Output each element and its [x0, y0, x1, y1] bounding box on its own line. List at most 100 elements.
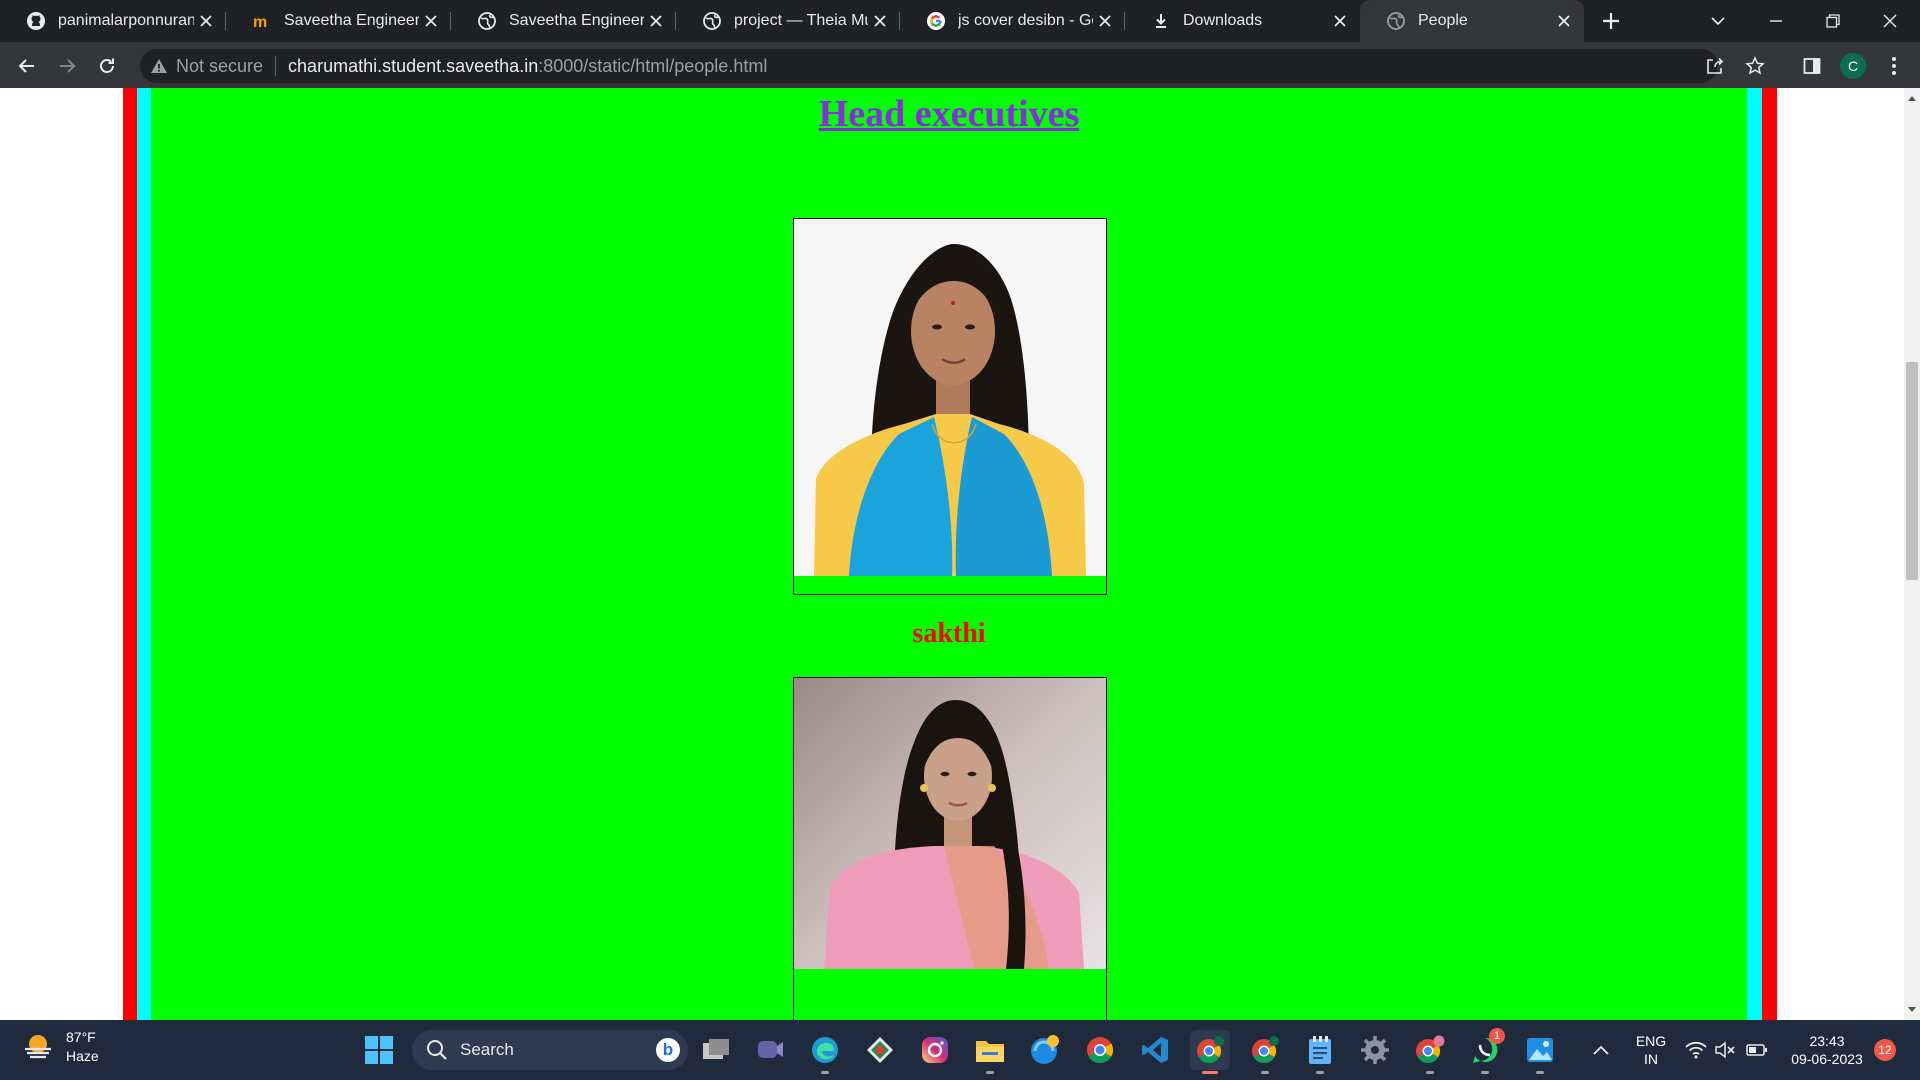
back-button[interactable] — [11, 50, 43, 82]
outer-border-right — [1762, 88, 1777, 1020]
close-tab-icon[interactable] — [194, 9, 218, 33]
running-indicator — [1426, 1071, 1434, 1074]
inner-border-left — [137, 88, 151, 1020]
tab-saveetha-2[interactable]: Saveetha Engineering — [451, 0, 676, 42]
scroll-up-arrow[interactable] — [1904, 90, 1920, 106]
taskbar-search[interactable]: Search b — [412, 1030, 688, 1070]
bing-icon[interactable]: b — [656, 1038, 680, 1062]
chrome-profile-icon[interactable] — [1410, 1030, 1450, 1074]
tab-title: Saveetha Engineering — [509, 12, 644, 29]
new-tab-button[interactable] — [1596, 7, 1626, 35]
git-tool-icon[interactable] — [860, 1030, 900, 1070]
tab-downloads[interactable]: Downloads — [1125, 0, 1360, 42]
whatsapp-icon[interactable]: 1 — [1465, 1028, 1505, 1074]
volume-muted-icon[interactable] — [1710, 1030, 1740, 1070]
close-tab-icon[interactable] — [868, 9, 892, 33]
wifi-icon[interactable] — [1678, 1030, 1714, 1070]
instagram-icon[interactable] — [915, 1030, 955, 1070]
search-placeholder: Search — [460, 1040, 514, 1059]
url-path: :8000/static/html/people.html — [538, 55, 768, 76]
forward-button[interactable] — [51, 50, 83, 82]
security-label[interactable]: Not secure — [176, 56, 263, 77]
person-card-2 — [793, 677, 1107, 1020]
running-indicator — [1202, 1071, 1218, 1074]
share-icon[interactable] — [1700, 49, 1730, 83]
edge-icon[interactable] — [805, 1030, 845, 1074]
running-indicator — [1316, 1071, 1324, 1074]
input-language[interactable]: ENG IN — [1628, 1032, 1674, 1068]
browser-toolbar: Not secure charumathi.student.saveetha.i… — [0, 42, 1920, 88]
whatsapp-badge: 1 — [1489, 1028, 1505, 1044]
weather-widget[interactable]: 87°F Haze — [22, 1028, 99, 1066]
task-view-icon[interactable] — [696, 1030, 736, 1070]
address-bar[interactable]: Not secure charumathi.student.saveetha.i… — [140, 49, 1765, 83]
warning-icon[interactable] — [150, 58, 168, 74]
minimize-button[interactable] — [1748, 0, 1804, 42]
restore-button[interactable] — [1805, 0, 1861, 42]
profile-initial: C — [1847, 58, 1859, 74]
windows-start-icon[interactable] — [359, 1030, 399, 1070]
notification-count: 12 — [1878, 1043, 1892, 1057]
page-content: Head executives sakthi — [151, 88, 1747, 1020]
running-indicator — [1261, 1071, 1269, 1074]
side-panel-icon[interactable] — [1796, 50, 1828, 82]
tab-people[interactable]: People — [1360, 0, 1584, 42]
svg-text:m: m — [253, 14, 267, 31]
close-tab-icon[interactable] — [644, 9, 668, 33]
clock-date: 09-06-2023 — [1791, 1051, 1863, 1067]
scroll-down-arrow[interactable] — [1904, 1002, 1920, 1018]
person-card-1 — [793, 218, 1107, 595]
browser-menu-icon[interactable] — [1878, 50, 1910, 82]
bookmark-star-icon[interactable] — [1740, 49, 1770, 83]
page-scrollbar[interactable] — [1904, 88, 1920, 1020]
profile-avatar[interactable]: C — [1840, 53, 1866, 79]
portrait-photo — [794, 219, 1106, 576]
notepad-icon[interactable] — [1300, 1030, 1340, 1074]
page-viewport: Head executives sakthi — [0, 88, 1904, 1020]
tab-search-button[interactable] — [1690, 0, 1746, 42]
tab-saveetha-1[interactable]: m Saveetha Engineering — [226, 0, 451, 42]
file-explorer-icon[interactable] — [970, 1030, 1010, 1074]
language-code: ENG — [1635, 1033, 1667, 1049]
close-tab-icon[interactable] — [419, 9, 443, 33]
running-indicator — [821, 1071, 829, 1074]
url-host: charumathi.student.saveetha.in — [288, 55, 539, 76]
outer-border-left — [123, 88, 137, 1020]
page-heading[interactable]: Head executives — [151, 92, 1747, 136]
system-clock[interactable]: 23:43 09-06-2023 — [1782, 1032, 1872, 1068]
github-icon — [26, 11, 46, 31]
show-hidden-icons-chevron-icon[interactable] — [1581, 1030, 1621, 1070]
running-indicator — [1481, 1071, 1489, 1074]
scroll-thumb[interactable] — [1906, 362, 1918, 580]
globe-icon — [1386, 11, 1406, 31]
settings-gear-icon[interactable] — [1355, 1030, 1395, 1070]
battery-icon[interactable] — [1740, 1030, 1774, 1070]
tab-theia[interactable]: project — Theia Multi — [676, 0, 900, 42]
weather-temp: 87°F — [66, 1029, 96, 1045]
globe-icon — [702, 11, 722, 31]
chrome-icon[interactable] — [1080, 1030, 1120, 1070]
tab-strip: panimalarponnurangam m Saveetha Engineer… — [0, 0, 1920, 42]
tab-github[interactable]: panimalarponnurangam — [0, 0, 226, 42]
region-code: IN — [1644, 1051, 1658, 1067]
browser-badge-icon[interactable] — [1025, 1030, 1065, 1070]
tab-google-search[interactable]: js cover desibn - Goo — [900, 0, 1125, 42]
reload-button[interactable] — [91, 50, 123, 82]
teams-chat-icon[interactable] — [750, 1030, 790, 1070]
close-window-button[interactable] — [1862, 0, 1918, 42]
tab-title: js cover desibn - Goo — [958, 12, 1093, 29]
globe-icon — [477, 11, 497, 31]
weather-condition: Haze — [66, 1048, 99, 1064]
close-tab-icon[interactable] — [1093, 9, 1117, 33]
photos-icon[interactable] — [1520, 1030, 1560, 1074]
chrome-profile-c-icon[interactable] — [1190, 1030, 1230, 1074]
weather-text: 87°F Haze — [66, 1028, 99, 1066]
running-indicator — [986, 1071, 994, 1074]
close-tab-icon[interactable] — [1552, 9, 1576, 33]
notification-badge[interactable]: 12 — [1874, 1039, 1896, 1061]
chrome-profile-c2-icon[interactable] — [1245, 1030, 1285, 1074]
haze-sun-icon — [25, 1035, 51, 1059]
portrait-photo — [794, 678, 1106, 969]
close-tab-icon[interactable] — [1328, 9, 1352, 33]
vscode-icon[interactable] — [1135, 1030, 1175, 1070]
